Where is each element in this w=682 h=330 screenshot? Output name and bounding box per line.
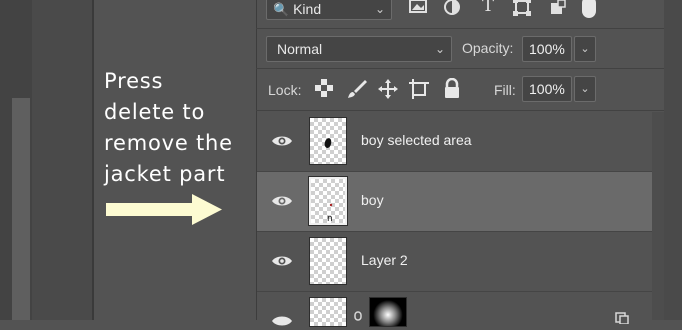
type-filter-icon[interactable]: T [478,0,498,16]
fill-field[interactable]: 100% [522,76,572,102]
lock-all-icon[interactable] [442,77,464,100]
eye-icon[interactable] [271,254,293,268]
search-icon: 🔍 [273,2,290,17]
layer-name: boy [361,192,384,208]
eye-icon[interactable] [271,194,293,208]
chevron-down-icon: ⌄ [374,2,385,16]
fill-dropdown[interactable]: ⌄ [574,76,596,102]
adjustment-filter-icon[interactable] [442,0,462,16]
kind-label: Kind [293,1,322,17]
dock-scrollbar[interactable] [12,98,30,320]
instruction-text: Press delete to remove the jacket part [104,66,254,190]
image-filter-icon[interactable] [408,0,428,16]
instruction-line: delete to [104,100,206,124]
blend-mode-value: Normal [277,41,323,57]
layer-thumbnail [309,237,347,285]
svg-text:n: n [327,214,333,224]
divider [256,28,664,29]
layer-thumbnail [309,297,347,327]
layer-name: Layer 2 [361,252,408,268]
smart-object-filter-icon[interactable] [548,0,568,16]
panel-edge [664,0,682,320]
lock-label: Lock: [268,82,302,98]
instruction-line: remove the [104,131,233,155]
lock-position-icon[interactable] [377,78,399,100]
chevron-down-icon: ⌄ [434,42,445,56]
opacity-label: Opacity: [462,40,514,56]
layer-row[interactable]: Layer 2 [257,232,652,292]
instruction-line: jacket part [104,162,226,186]
divider [256,68,664,69]
kind-filter-select[interactable]: 🔍 Kind ⌄ [266,0,392,20]
blend-mode-select[interactable]: Normal ⌄ [266,36,452,62]
eye-icon[interactable] [271,314,293,328]
lock-transparent-pixels-icon[interactable] [314,78,336,100]
instruction-line: Press [104,69,164,93]
divider [256,110,664,111]
opacity-dropdown[interactable]: ⌄ [574,36,596,62]
lock-image-pixels-icon[interactable] [346,78,368,100]
layer-thumbnail [309,117,347,165]
layer-mask-thumbnail [369,297,407,327]
layer-name: boy selected area [361,132,472,148]
layers-scrollbar[interactable] [652,112,664,320]
layer-thumbnail: n [308,176,348,226]
link-icon [354,311,362,321]
arrow-right-icon [106,194,222,225]
filter-toggle-icon[interactable] [582,0,596,18]
shape-filter-icon[interactable] [512,0,532,16]
layer-row[interactable]: boy selected area [257,112,652,172]
dock-gutter [32,0,92,320]
layer-effects-icon [615,312,629,324]
layer-row[interactable]: n boy [257,172,652,232]
prevent-auto-nesting-icon[interactable] [408,78,430,100]
fill-label: Fill: [494,82,516,98]
eye-icon[interactable] [271,134,293,148]
layer-row[interactable] [257,292,652,327]
opacity-field[interactable]: 100% [522,36,572,62]
